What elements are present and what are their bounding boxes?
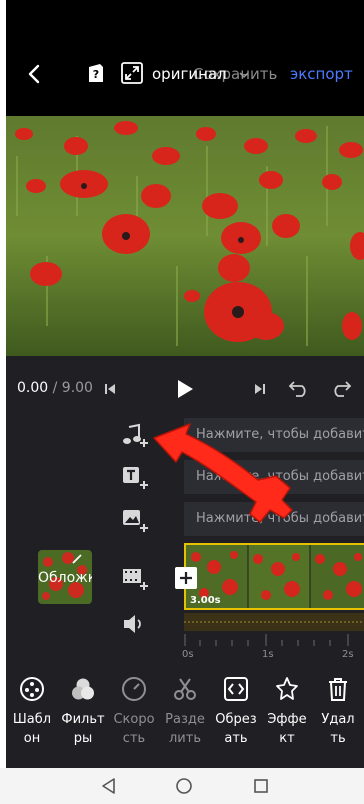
cover-label: Обложка [38,570,92,586]
ruler-ticks [184,634,349,646]
effect-button[interactable]: Эффе кт [262,676,312,748]
delete-label: Удал ть [321,712,355,746]
svg-text:?: ? [93,68,99,81]
effect-icon [276,677,298,700]
editor-screen: ? Сохранить оригинал экспорт 0.00 / 9.00… [6,0,364,804]
speed-icon [122,677,146,701]
template-icon [20,677,44,701]
top-bar: ? Сохранить оригинал экспорт [6,0,364,116]
total-time: 9.00 [61,380,93,396]
volume-icon[interactable] [122,613,146,635]
nav-recents-icon[interactable] [252,777,270,795]
aspect-ratio-icon[interactable] [120,61,144,85]
video-preview[interactable] [6,116,364,356]
back-arrow-icon[interactable] [22,61,48,87]
skip-to-start-icon[interactable] [104,382,116,396]
delete-icon [329,678,347,701]
redo-icon[interactable] [330,378,352,398]
original-ratio-selector[interactable]: оригинал [152,65,227,83]
crop-icon [224,677,248,701]
edit-pencil-icon [72,554,82,564]
filters-label: Фильт ры [61,712,105,746]
split-icon [174,678,196,700]
template-label: Шабл он [12,712,52,746]
ruler-tick-1: 1s [262,649,274,660]
current-time: 0.00 [17,380,49,396]
audio-waveform [184,613,364,631]
cover-thumbnail[interactable]: Обложка [38,550,92,604]
video-clip[interactable]: 3.00s [184,543,364,610]
template-button[interactable]: Шабл он [7,676,57,748]
speed-label: Скоро сть [113,712,155,746]
effect-label: Эффе кт [267,712,307,746]
filters-icon [72,678,94,700]
split-button[interactable]: Разде лить [160,676,210,748]
annotation-arrow [153,423,293,523]
clip-duration: 3.00s [190,595,221,606]
crop-button[interactable]: Обрез ать [211,676,261,748]
help-icon[interactable]: ? [84,61,108,85]
speed-button[interactable]: Скоро сть [109,676,159,748]
add-transition-button[interactable] [175,567,197,589]
time-ruler: 0s 1s 2s [182,632,364,660]
filters-button[interactable]: Фильт ры [58,676,108,748]
split-label: Разде лить [165,712,205,746]
system-nav-bar [0,768,364,804]
play-icon[interactable] [174,378,196,400]
playback-controls: 0.00 / 9.00 [6,370,364,408]
crop-label: Обрез ать [215,712,257,746]
nav-home-icon[interactable] [175,777,193,795]
delete-button[interactable]: Удал ть [313,676,363,748]
skip-to-end-icon[interactable] [254,382,266,396]
undo-icon[interactable] [288,378,310,398]
export-button[interactable]: экспорт [290,65,353,83]
nav-back-icon[interactable] [100,777,118,795]
chevron-down-icon [239,72,249,79]
edit-toolbar: Шабл он Фильт ры Скоро сть Разде лить Об… [6,664,364,768]
ruler-tick-2: 2s [342,649,354,660]
time-readout: 0.00 / 9.00 [17,380,93,396]
audio-waveform-track[interactable] [184,613,364,631]
add-clip-icon[interactable] [122,566,150,592]
ruler-tick-0: 0s [182,649,194,660]
